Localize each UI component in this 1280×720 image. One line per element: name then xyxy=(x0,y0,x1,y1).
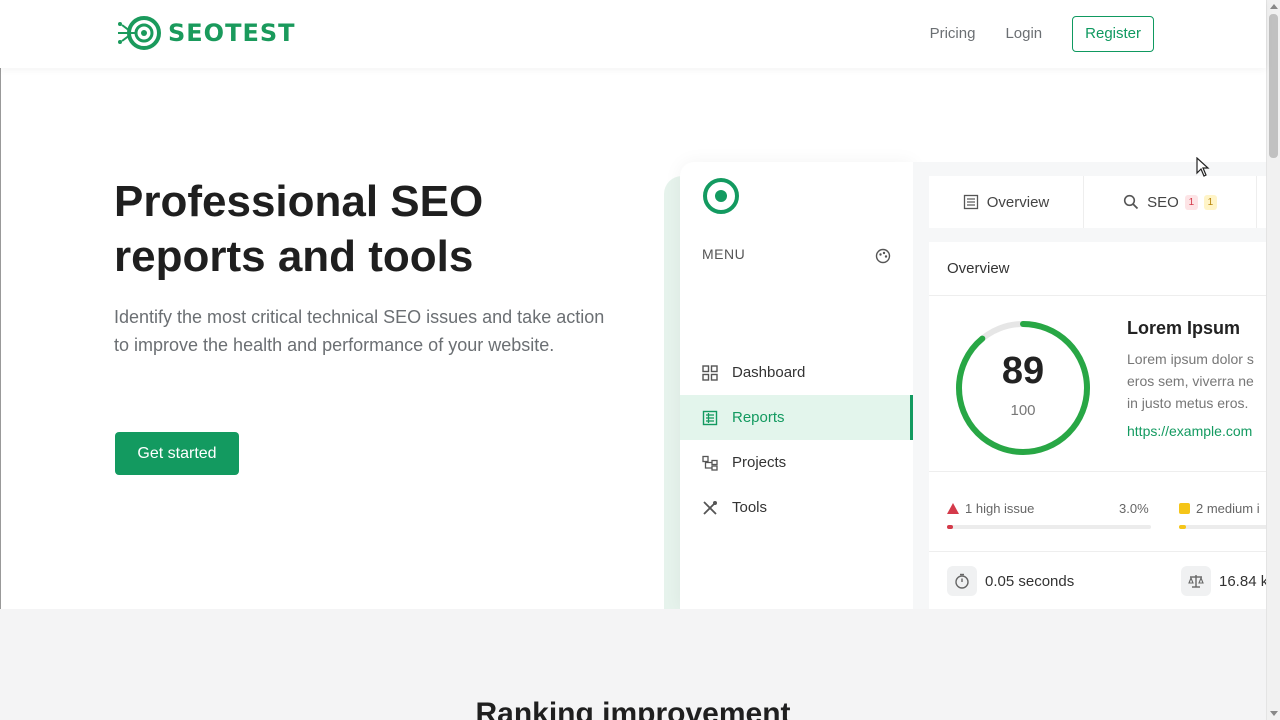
projects-icon xyxy=(702,455,718,471)
sidebar-item-dashboard[interactable]: Dashboard xyxy=(680,350,913,395)
medium-issue-text: 2 medium i xyxy=(1196,501,1260,516)
medium-issue-bar-fill xyxy=(1179,525,1187,529)
divider xyxy=(929,471,1266,472)
scale-icon xyxy=(1181,566,1211,596)
sidebar-item-reports[interactable]: Reports xyxy=(680,395,913,440)
high-issue-text: 1 high issue xyxy=(965,501,1035,516)
brand-name: SEOTEST xyxy=(168,19,296,47)
high-issue-badge: 1 xyxy=(1184,194,1198,210)
target-logo-icon xyxy=(118,16,161,50)
medium-issue-badge: 1 xyxy=(1203,194,1217,210)
tab-overview[interactable]: Overview xyxy=(929,176,1084,228)
sidebar-item-tools[interactable]: Tools xyxy=(680,485,913,530)
grid-icon xyxy=(702,364,718,381)
report-tabs: Overview SEO 1 1 xyxy=(929,176,1266,228)
sidebar-item-projects[interactable]: Projects xyxy=(680,440,913,485)
stopwatch-icon xyxy=(947,566,977,596)
site-title: Lorem Ipsum xyxy=(1127,318,1241,338)
sidebar-item-label: Projects xyxy=(732,454,787,471)
divider xyxy=(929,551,1266,552)
page-size-stat: 16.84 k xyxy=(1181,566,1266,596)
score-max: 100 xyxy=(1010,402,1036,419)
load-time-stat: 0.05 seconds xyxy=(947,566,1074,596)
tab-label: SEO xyxy=(1147,193,1179,211)
brand-logo[interactable]: SEOTEST xyxy=(116,15,296,51)
high-issue-bar-fill xyxy=(947,525,954,529)
register-button[interactable]: Register xyxy=(1072,16,1154,52)
tools-icon xyxy=(703,500,717,515)
high-issue-percent: 3.0% xyxy=(1119,501,1149,516)
overview-icon xyxy=(963,194,978,210)
medium-issue-bar xyxy=(1179,525,1266,529)
load-time-value: 0.05 seconds xyxy=(985,572,1075,590)
card-title: Overview xyxy=(929,242,1266,296)
scrollbar-thumb[interactable] xyxy=(1269,14,1278,158)
tab-seo[interactable]: SEO 1 1 xyxy=(1084,176,1257,228)
top-navbar: SEOTEST Pricing Login Register xyxy=(0,0,1266,68)
palette-icon[interactable] xyxy=(875,248,891,264)
ranking-section: Ranking improvement xyxy=(0,609,1266,720)
header-nav: Pricing Login Register xyxy=(930,16,1154,52)
app-logo-icon xyxy=(703,178,739,214)
sidebar-item-label: Tools xyxy=(732,499,768,516)
overview-card: Overview 89 100 Lorem Ipsum Lorem ipsum … xyxy=(929,242,1266,609)
mouse-cursor-icon xyxy=(1196,157,1210,177)
get-started-button[interactable]: Get started xyxy=(115,432,239,475)
scroll-up-arrow-icon[interactable] xyxy=(1270,4,1278,9)
dashboard-main: Overview SEO 1 1 Overview 89 100 Lorem I… xyxy=(913,162,1266,609)
pricing-link[interactable]: Pricing xyxy=(930,16,976,52)
page-size-value: 16.84 k xyxy=(1219,572,1266,590)
sidebar-item-label: Dashboard xyxy=(732,364,806,381)
site-description: Lorem ipsum dolor s eros sem, viverra ne… xyxy=(1127,351,1254,411)
search-icon xyxy=(1124,194,1139,210)
medium-issue-label: 2 medium i xyxy=(1179,501,1260,516)
login-link[interactable]: Login xyxy=(1005,16,1042,52)
dashboard-sidebar: MENU Dashboard Reports Projects Tools xyxy=(680,162,913,609)
high-issue-label: 1 high issue xyxy=(947,501,1034,516)
score-value: 89 xyxy=(1001,350,1045,392)
report-icon xyxy=(702,410,718,425)
section-title: Ranking improvement xyxy=(475,697,791,720)
warning-triangle-icon xyxy=(947,503,959,514)
tab-label: Overview xyxy=(986,193,1050,211)
high-issue-bar xyxy=(947,525,1151,529)
sidebar-item-label: Reports xyxy=(732,409,785,426)
scroll-down-arrow-icon[interactable] xyxy=(1270,711,1278,716)
page-scrollbar[interactable] xyxy=(1266,0,1280,720)
hero-description: Identify the most critical technical SEO… xyxy=(114,307,605,355)
site-link[interactable]: https://example.com xyxy=(1127,423,1252,439)
hero-section: Professional SEO reports and tools Ident… xyxy=(0,68,1266,609)
menu-title: MENU xyxy=(702,246,746,262)
hero-title: Professional SEO reports and tools xyxy=(114,177,484,281)
medium-square-icon xyxy=(1179,503,1190,514)
